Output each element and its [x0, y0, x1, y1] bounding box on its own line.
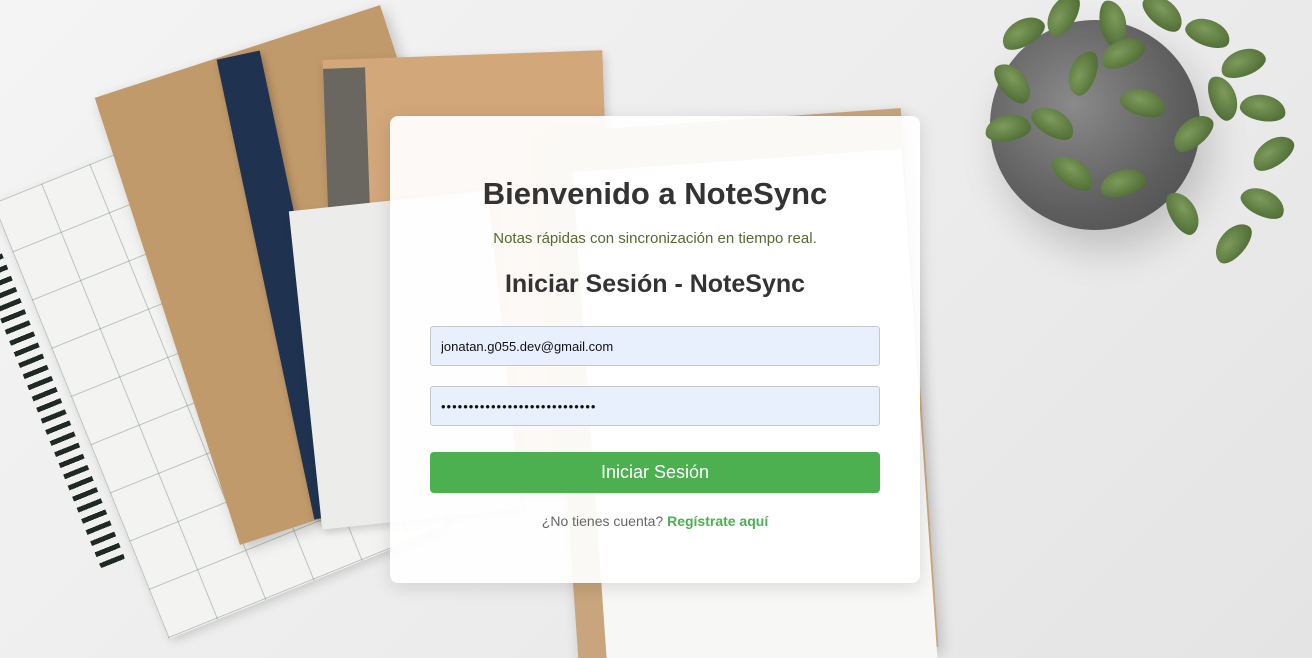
register-prompt-line: ¿No tienes cuenta? Regístrate aquí	[390, 513, 920, 529]
register-prompt-text: ¿No tienes cuenta?	[541, 513, 668, 529]
email-field[interactable]	[430, 326, 880, 366]
login-form-title: Iniciar Sesión - NoteSync	[504, 270, 806, 298]
register-link[interactable]: Regístrate aquí	[667, 513, 768, 529]
app-tagline: Notas rápidas con sincronización en tiem…	[493, 230, 817, 247]
login-button[interactable]: Iniciar Sesión	[430, 452, 880, 493]
welcome-title: Bienvenido a NoteSync	[482, 176, 828, 211]
login-card: Bienvenido a NoteSync Notas rápidas con …	[390, 116, 920, 583]
password-field[interactable]	[430, 386, 880, 426]
